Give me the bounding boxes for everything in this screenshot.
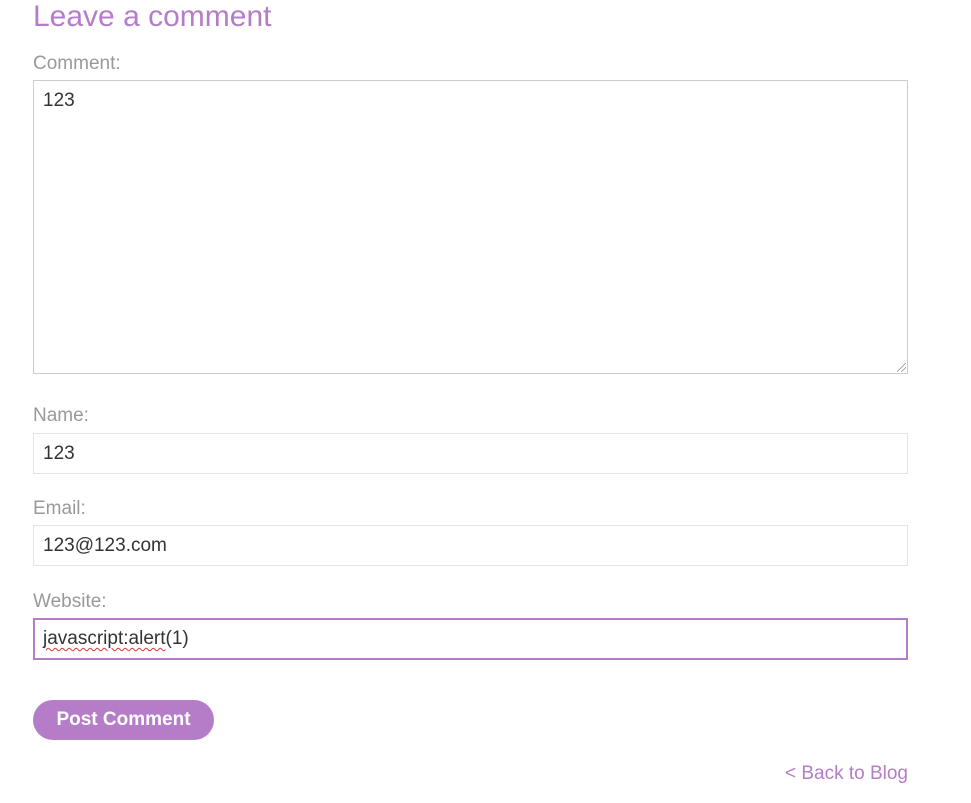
email-field[interactable]: [34, 526, 907, 565]
website-label: Website:: [33, 591, 107, 612]
section-title: Leave a comment: [33, 0, 272, 33]
back-to-blog-link[interactable]: < Back to Blog: [785, 763, 908, 785]
name-field[interactable]: [34, 434, 907, 473]
post-comment-button[interactable]: Post Comment: [33, 700, 214, 740]
comment-label: Comment:: [33, 53, 121, 74]
website-field-container: javascript:alert (1): [33, 618, 908, 660]
resize-handle-icon[interactable]: [897, 363, 906, 372]
name-label: Name:: [33, 405, 89, 426]
comment-textarea-container: [33, 80, 908, 374]
email-field-container: [33, 525, 908, 566]
website-field[interactable]: [35, 620, 906, 658]
name-field-container: [33, 433, 908, 474]
comment-textarea[interactable]: [34, 81, 907, 373]
email-label: Email:: [33, 498, 86, 519]
